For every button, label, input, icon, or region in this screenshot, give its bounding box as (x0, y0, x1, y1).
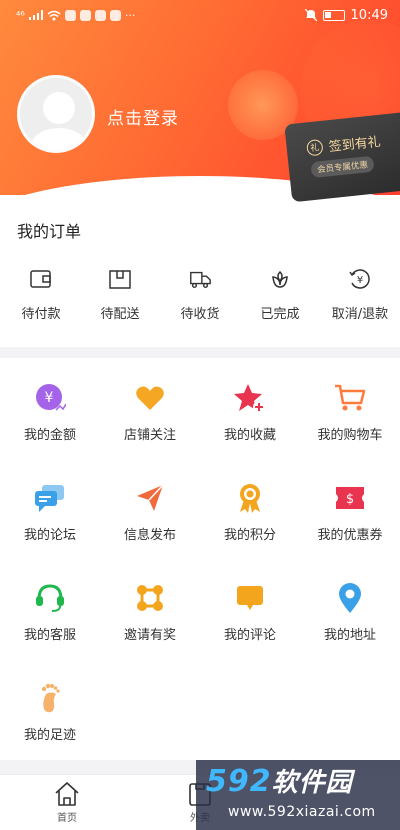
flower-icon (268, 267, 292, 291)
truck-icon (188, 267, 212, 291)
network-type: ⁴⁶ (16, 8, 25, 22)
service-label: 我的论坛 (23, 528, 76, 543)
order-pending-payment[interactable]: 待付款 (1, 267, 81, 322)
app-notification-icon (64, 9, 76, 21)
order-label: 待收货 (180, 307, 220, 322)
services-grid: ¥ 我的金额 店铺关注 我的收藏 我的购物车 我的论坛 信息发布 我的积分 $ … (0, 358, 400, 760)
send-icon (134, 482, 166, 514)
avatar-body (30, 128, 88, 150)
avatar-head (43, 92, 75, 124)
login-link[interactable]: 点击登录 (107, 104, 179, 129)
service-customer-support[interactable]: 我的客服 (0, 582, 100, 643)
order-refund[interactable]: ¥ 取消/退款 (320, 267, 400, 322)
svg-text:$: $ (346, 492, 354, 507)
headset-icon (34, 582, 66, 614)
order-pending-delivery[interactable]: 待配送 (80, 267, 160, 322)
service-label: 我的积分 (223, 528, 276, 543)
signin-reward-card[interactable]: 礼 签到有礼 会员专属优惠 (284, 111, 400, 203)
coupon-icon: $ (334, 482, 366, 514)
battery-icon (322, 9, 345, 21)
more-notifications-icon: ··· (124, 8, 136, 22)
footprint-icon (34, 682, 66, 714)
location-icon (334, 582, 366, 614)
service-label: 我的优惠券 (317, 528, 383, 543)
service-coupons[interactable]: $ 我的优惠券 (300, 482, 400, 543)
service-comments[interactable]: 我的评论 (200, 582, 300, 643)
orders-card: 我的订单 待付款 待配送 待收货 已完成 ¥ 取消/退款 (0, 195, 400, 347)
order-label: 取消/退款 (331, 307, 389, 322)
order-completed[interactable]: 已完成 (240, 267, 320, 322)
service-points[interactable]: 我的积分 (200, 482, 300, 543)
medal-icon (234, 482, 266, 514)
app-notification-icon (109, 9, 121, 21)
service-label: 我的购物车 (317, 428, 383, 443)
service-cart[interactable]: 我的购物车 (300, 382, 400, 443)
service-label: 邀请有奖 (123, 628, 176, 643)
signin-subtitle: 会员专属优惠 (310, 155, 375, 179)
gift-icon: 礼 (305, 138, 324, 156)
order-pending-receipt[interactable]: 待收货 (160, 267, 240, 322)
invite-icon (134, 582, 166, 614)
app-notification-icon (79, 9, 91, 21)
service-balance[interactable]: ¥ 我的金额 (0, 382, 100, 443)
mute-icon (304, 9, 317, 21)
wifi-icon (47, 10, 61, 20)
svg-text:¥: ¥ (357, 275, 363, 286)
service-label: 信息发布 (123, 528, 176, 543)
service-footprints[interactable]: 我的足迹 (0, 682, 100, 743)
comment-icon (234, 582, 266, 614)
clock: 10:49 (350, 7, 388, 23)
heart-icon (134, 382, 166, 414)
avatar[interactable] (17, 75, 95, 153)
refund-icon: ¥ (348, 267, 372, 291)
cart-icon (334, 382, 366, 414)
service-publish[interactable]: 信息发布 (100, 482, 200, 543)
status-bar: ⁴⁶ ··· 10:49 (0, 0, 400, 30)
service-followed-shops[interactable]: 店铺关注 (100, 382, 200, 443)
order-label: 已完成 (260, 307, 300, 322)
service-label: 我的评论 (223, 628, 276, 643)
order-label: 待配送 (100, 307, 140, 322)
service-label: 我的收藏 (223, 428, 276, 443)
orders-title: 我的订单 (17, 222, 82, 241)
watermark-url: www.592xiazai.com (228, 804, 376, 820)
tab-label: 首页 (57, 813, 77, 824)
home-icon (55, 782, 79, 806)
service-label: 我的足迹 (23, 728, 76, 743)
service-label: 我的金额 (23, 428, 76, 443)
site-watermark: 592软件园 www.592xiazai.com (196, 760, 400, 830)
service-forum[interactable]: 我的论坛 (0, 482, 100, 543)
package-icon (108, 267, 132, 291)
money-icon: ¥ (34, 382, 66, 414)
tab-home[interactable]: 首页 (37, 781, 97, 824)
wallet-icon (29, 267, 53, 291)
signal-icon (28, 10, 43, 20)
service-label: 我的客服 (23, 628, 76, 643)
star-icon (234, 382, 266, 414)
order-label: 待付款 (21, 307, 61, 322)
watermark-number: 592 (206, 764, 272, 799)
service-favorites[interactable]: 我的收藏 (200, 382, 300, 443)
app-notification-icon (94, 9, 106, 21)
service-invite[interactable]: 邀请有奖 (100, 582, 200, 643)
watermark-name: 软件园 (271, 768, 353, 798)
service-address[interactable]: 我的地址 (300, 582, 400, 643)
signin-title: 签到有礼 (328, 134, 382, 156)
service-label: 我的地址 (323, 628, 376, 643)
service-label: 店铺关注 (123, 428, 176, 443)
forum-icon (34, 482, 66, 514)
svg-text:¥: ¥ (45, 390, 54, 406)
